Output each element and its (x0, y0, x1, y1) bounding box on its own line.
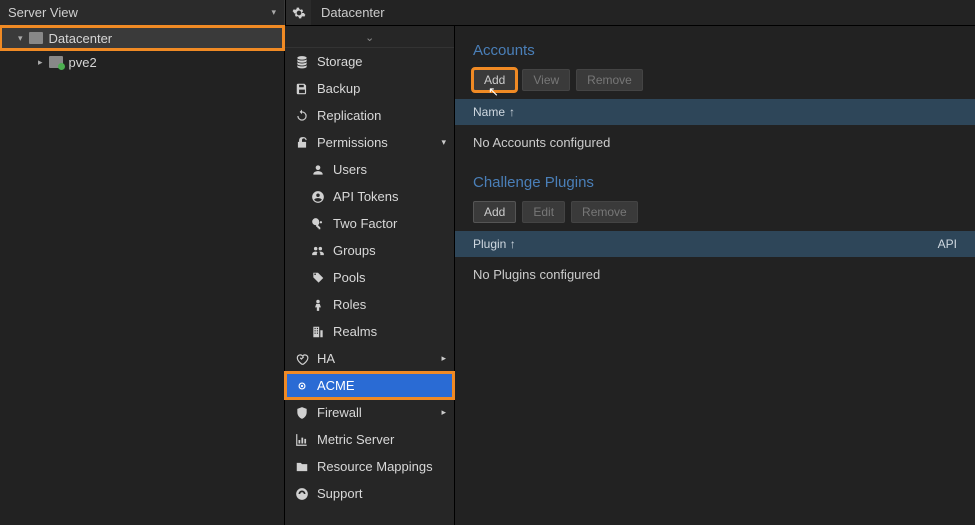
nav-item-groups[interactable]: Groups (285, 237, 454, 264)
server-view-selector[interactable]: Server View ▾ (0, 0, 285, 25)
tags-icon (311, 271, 325, 285)
nav-item-label: Realms (333, 324, 377, 339)
sync-icon (295, 109, 309, 123)
caret-icon: ▸ (38, 57, 43, 68)
plugins-toolbar: Add Edit Remove (455, 197, 975, 231)
nav-item-label: Pools (333, 270, 366, 285)
nav-item-label: HA (317, 351, 335, 366)
nav-item-metric[interactable]: Metric Server (285, 426, 454, 453)
caret-icon: ▾ (18, 33, 23, 44)
settings-button[interactable] (285, 0, 311, 26)
nav-item-users[interactable]: Users (285, 156, 454, 183)
nav-item-ha[interactable]: HA ▸ (285, 345, 454, 372)
server-view-label: Server View (8, 5, 78, 20)
nav-pane: ⌃ Storage Backup Replication Permissions ▾ Us… (285, 26, 455, 525)
nav-item-resource-mappings[interactable]: Resource Mappings (285, 453, 454, 480)
nav-item-label: Support (317, 486, 363, 501)
sort-asc-icon: ↑ (510, 237, 516, 251)
nav-item-support[interactable]: Support (285, 480, 454, 507)
nav-item-roles[interactable]: Roles (285, 291, 454, 318)
nav-item-label: Two Factor (333, 216, 397, 231)
chevron-up-icon: ⌃ (365, 30, 374, 43)
plugins-header[interactable]: Plugin ↑ API (455, 231, 975, 257)
plugins-col-api: API (938, 237, 957, 251)
nav-item-firewall[interactable]: Firewall ▸ (285, 399, 454, 426)
plugins-empty: No Plugins configured (455, 257, 975, 302)
accounts-remove-button[interactable]: Remove (576, 69, 643, 91)
plugins-edit-button[interactable]: Edit (522, 201, 565, 223)
accounts-col-name: Name (473, 105, 505, 119)
nav-item-label: Firewall (317, 405, 362, 420)
key-icon (311, 217, 325, 231)
nav-item-permissions[interactable]: Permissions ▾ (285, 129, 454, 156)
tree-item-datacenter[interactable]: ▾ Datacenter (0, 26, 284, 50)
plugins-add-button[interactable]: Add (473, 201, 516, 223)
building-icon (311, 325, 325, 339)
male-icon (311, 298, 325, 312)
nav-item-two-factor[interactable]: Two Factor (285, 210, 454, 237)
chevron-down-icon: ▾ (271, 7, 276, 18)
accounts-add-button[interactable]: Add ↖ (473, 69, 516, 91)
shield-icon (295, 406, 309, 420)
accounts-toolbar: Add ↖ View Remove (455, 65, 975, 99)
nav-item-label: ACME (317, 378, 355, 393)
group-icon (311, 244, 325, 258)
chevron-right-icon: ▸ (441, 353, 446, 364)
nav-item-label: Resource Mappings (317, 459, 433, 474)
sort-asc-icon: ↑ (509, 105, 515, 119)
lock-open-icon (295, 136, 309, 150)
heart-icon (295, 352, 309, 366)
nav-item-label: Roles (333, 297, 366, 312)
chevron-down-icon: ▾ (441, 137, 446, 148)
nav-item-api-tokens[interactable]: API Tokens (285, 183, 454, 210)
nav-item-label: Groups (333, 243, 376, 258)
nav-item-pools[interactable]: Pools (285, 264, 454, 291)
nav-item-label: Users (333, 162, 367, 177)
gear-icon (292, 6, 306, 20)
plugins-remove-button[interactable]: Remove (571, 201, 638, 223)
nav-item-replication[interactable]: Replication (285, 102, 454, 129)
chart-icon (295, 433, 309, 447)
tree-item-label: Datacenter (49, 31, 113, 46)
folder-icon (295, 460, 309, 474)
tree-pane: ▾ Datacenter ▸ pve2 (0, 26, 285, 525)
save-icon (295, 82, 309, 96)
nav-item-label: Replication (317, 108, 381, 123)
accounts-view-button[interactable]: View (522, 69, 570, 91)
nav-item-backup[interactable]: Backup (285, 75, 454, 102)
nav-item-label: Storage (317, 54, 363, 69)
chevron-right-icon: ▸ (441, 407, 446, 418)
database-icon (295, 55, 309, 69)
plugins-col-plugin: Plugin (473, 237, 506, 251)
datacenter-icon (29, 32, 43, 44)
support-icon (295, 487, 309, 501)
nav-item-acme[interactable]: ACME (285, 372, 454, 399)
tree-item-node-pve2[interactable]: ▸ pve2 (0, 50, 284, 74)
collapse-button[interactable]: ⌃ (285, 26, 454, 48)
plugins-title: Challenge Plugins (455, 170, 975, 197)
nav-item-label: API Tokens (333, 189, 399, 204)
accounts-header[interactable]: Name ↑ (455, 99, 975, 125)
cursor-icon: ↖ (488, 84, 499, 100)
nav-item-label: Metric Server (317, 432, 394, 447)
accounts-title: Accounts (455, 38, 975, 65)
nav-item-storage[interactable]: Storage (285, 48, 454, 75)
user-circle-icon (311, 190, 325, 204)
user-icon (311, 163, 325, 177)
tree-item-label: pve2 (69, 55, 97, 70)
node-icon (49, 56, 63, 68)
nav-item-label: Backup (317, 81, 360, 96)
accounts-empty: No Accounts configured (455, 125, 975, 170)
breadcrumb: Datacenter (311, 0, 975, 25)
nav-item-label: Permissions (317, 135, 388, 150)
content-pane: Accounts Add ↖ View Remove Name ↑ No Acc… (455, 26, 975, 525)
cert-icon (295, 379, 309, 393)
nav-item-realms[interactable]: Realms (285, 318, 454, 345)
